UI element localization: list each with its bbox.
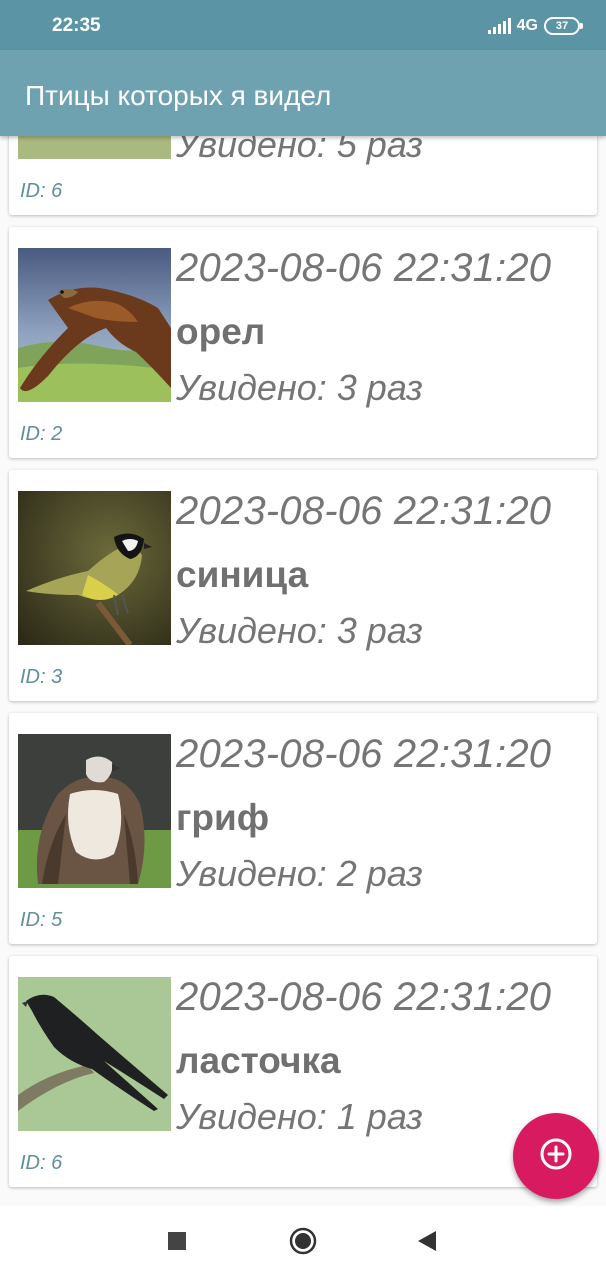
date-text: 2023-08-06 22:31:20 <box>176 975 552 1019</box>
page-title: Птицы которых я видел <box>25 80 332 111</box>
eagle-photo <box>18 248 171 402</box>
seen-count: Увидено: 1 раз <box>176 1096 423 1137</box>
network-type: 4G <box>516 17 538 34</box>
bird-id: ID: 5 <box>20 909 63 931</box>
recents-button[interactable] <box>147 1206 207 1280</box>
date-text: 2023-08-06 22:31:20 <box>176 489 552 533</box>
home-button[interactable] <box>273 1206 333 1280</box>
status-icons: 4G 37 <box>487 15 583 37</box>
status-time: 22:35 <box>52 15 101 36</box>
list-item[interactable]: 2023-08-06 22:31:20 орел Увидено: 3 раз … <box>9 227 597 458</box>
signal-icon <box>487 18 511 34</box>
battery-icon: 37 <box>544 17 583 35</box>
vulture-photo <box>18 734 171 888</box>
seen-count: Увидено: 3 раз <box>176 367 423 408</box>
seen-count: Увидено: 3 раз <box>176 610 423 651</box>
bird-photo <box>18 136 171 159</box>
circle-icon <box>289 1227 317 1260</box>
seen-count: Увидено: 2 раз <box>176 853 423 894</box>
date-text: 2023-08-06 22:31:20 <box>176 246 552 290</box>
bird-name: ласточка <box>176 1040 341 1081</box>
bird-id: ID: 6 <box>20 1152 63 1174</box>
list-item[interactable]: 2023-08-06 22:31:20 ласточка Увидено: 1 … <box>9 956 597 1187</box>
bird-list[interactable]: Увидено: 5 раз ID: 6 2023-08-06 22:31:20… <box>0 136 606 1206</box>
system-nav-bar <box>0 1206 606 1280</box>
list-item[interactable]: 2023-08-06 22:31:20 синица Увидено: 3 ра… <box>9 470 597 701</box>
bird-id: ID: 2 <box>20 423 63 445</box>
bird-name: орел <box>176 311 266 352</box>
titmouse-photo <box>18 491 171 645</box>
seen-count: Увидено: 5 раз <box>176 136 423 165</box>
app-bar: Птицы которых я видел <box>0 50 606 136</box>
back-button[interactable] <box>397 1206 457 1280</box>
bird-name: гриф <box>176 797 270 838</box>
bird-name: синица <box>176 554 309 595</box>
list-item[interactable]: Увидено: 5 раз ID: 6 <box>9 136 597 215</box>
triangle-back-icon <box>417 1230 437 1257</box>
square-icon <box>167 1231 187 1256</box>
bird-id: ID: 3 <box>20 666 63 688</box>
bird-id: ID: 6 <box>20 180 63 202</box>
swallow-photo <box>18 977 171 1131</box>
add-circle-icon <box>539 1137 573 1176</box>
date-text: 2023-08-06 22:31:20 <box>176 732 552 776</box>
status-bar: 22:35 4G 37 <box>0 0 606 50</box>
list-item[interactable]: 2023-08-06 22:31:20 гриф Увидено: 2 раз … <box>9 713 597 944</box>
add-bird-button[interactable] <box>513 1113 599 1199</box>
